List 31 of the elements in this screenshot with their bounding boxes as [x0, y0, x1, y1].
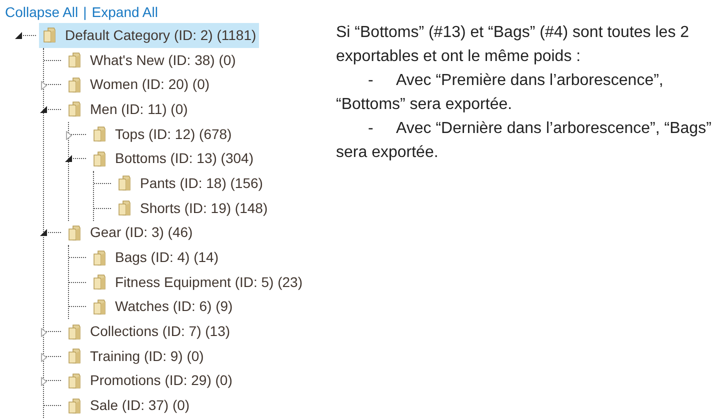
- tree-item[interactable]: Training (ID: 9) (0): [64, 344, 207, 369]
- separator: |: [83, 3, 87, 22]
- tree-item[interactable]: Bags (ID: 4) (14): [89, 245, 222, 270]
- tree-item[interactable]: Bottoms (ID: 13) (304): [89, 146, 256, 172]
- tree-item[interactable]: Pants (ID: 18) (156): [114, 170, 266, 196]
- tree-item[interactable]: Watches (ID: 6) (9): [89, 294, 236, 320]
- expand-all-link[interactable]: Expand All: [92, 2, 158, 23]
- collapsed-triangle-icon[interactable]: [41, 328, 47, 338]
- expanded-triangle-icon[interactable]: [40, 106, 47, 113]
- tree-item[interactable]: Promotions (ID: 29) (0): [64, 368, 236, 394]
- collapsed-triangle-icon[interactable]: [66, 130, 72, 140]
- collapse-all-link[interactable]: Collapse All: [5, 2, 78, 23]
- list-item: - Avec “Première dans l’arborescence”, “Bottoms” sera exportée.: [336, 71, 664, 115]
- expanded-triangle-icon[interactable]: [40, 229, 47, 236]
- tree-item[interactable]: Tops (ID: 12) (678): [89, 122, 235, 147]
- tree-item[interactable]: Fitness Equipment (ID: 5) (23): [89, 270, 306, 295]
- tree-item[interactable]: Sale (ID: 37) (0): [64, 393, 193, 418]
- tree-item[interactable]: Gear (ID: 3) (46): [64, 220, 196, 246]
- tree-item[interactable]: Collections (ID: 7) (13): [64, 319, 234, 344]
- tree-item[interactable]: Women (ID: 20) (0): [64, 72, 213, 98]
- expanded-triangle-icon[interactable]: [15, 32, 22, 39]
- collapsed-triangle-icon[interactable]: [41, 81, 47, 90]
- note-paragraph: Si “Bottoms” (#13) et “Bags” (#4) sont toutes les 2 exportables et ont le même poids :: [336, 23, 690, 67]
- tree-item[interactable]: Shorts (ID: 19) (148): [114, 196, 271, 221]
- tree-item[interactable]: What's New (ID: 38) (0): [64, 48, 239, 73]
- collapsed-triangle-icon[interactable]: [41, 377, 47, 386]
- tree-item[interactable]: Default Category (ID: 2) (1181): [39, 22, 260, 48]
- tree-item[interactable]: Men (ID: 11) (0): [64, 96, 191, 122]
- collapsed-triangle-icon[interactable]: [41, 352, 47, 362]
- expanded-triangle-icon[interactable]: [65, 155, 72, 162]
- list-item: - Avec “Dernière dans l’arborescence”, “Bags” sera exportée.: [336, 119, 712, 163]
